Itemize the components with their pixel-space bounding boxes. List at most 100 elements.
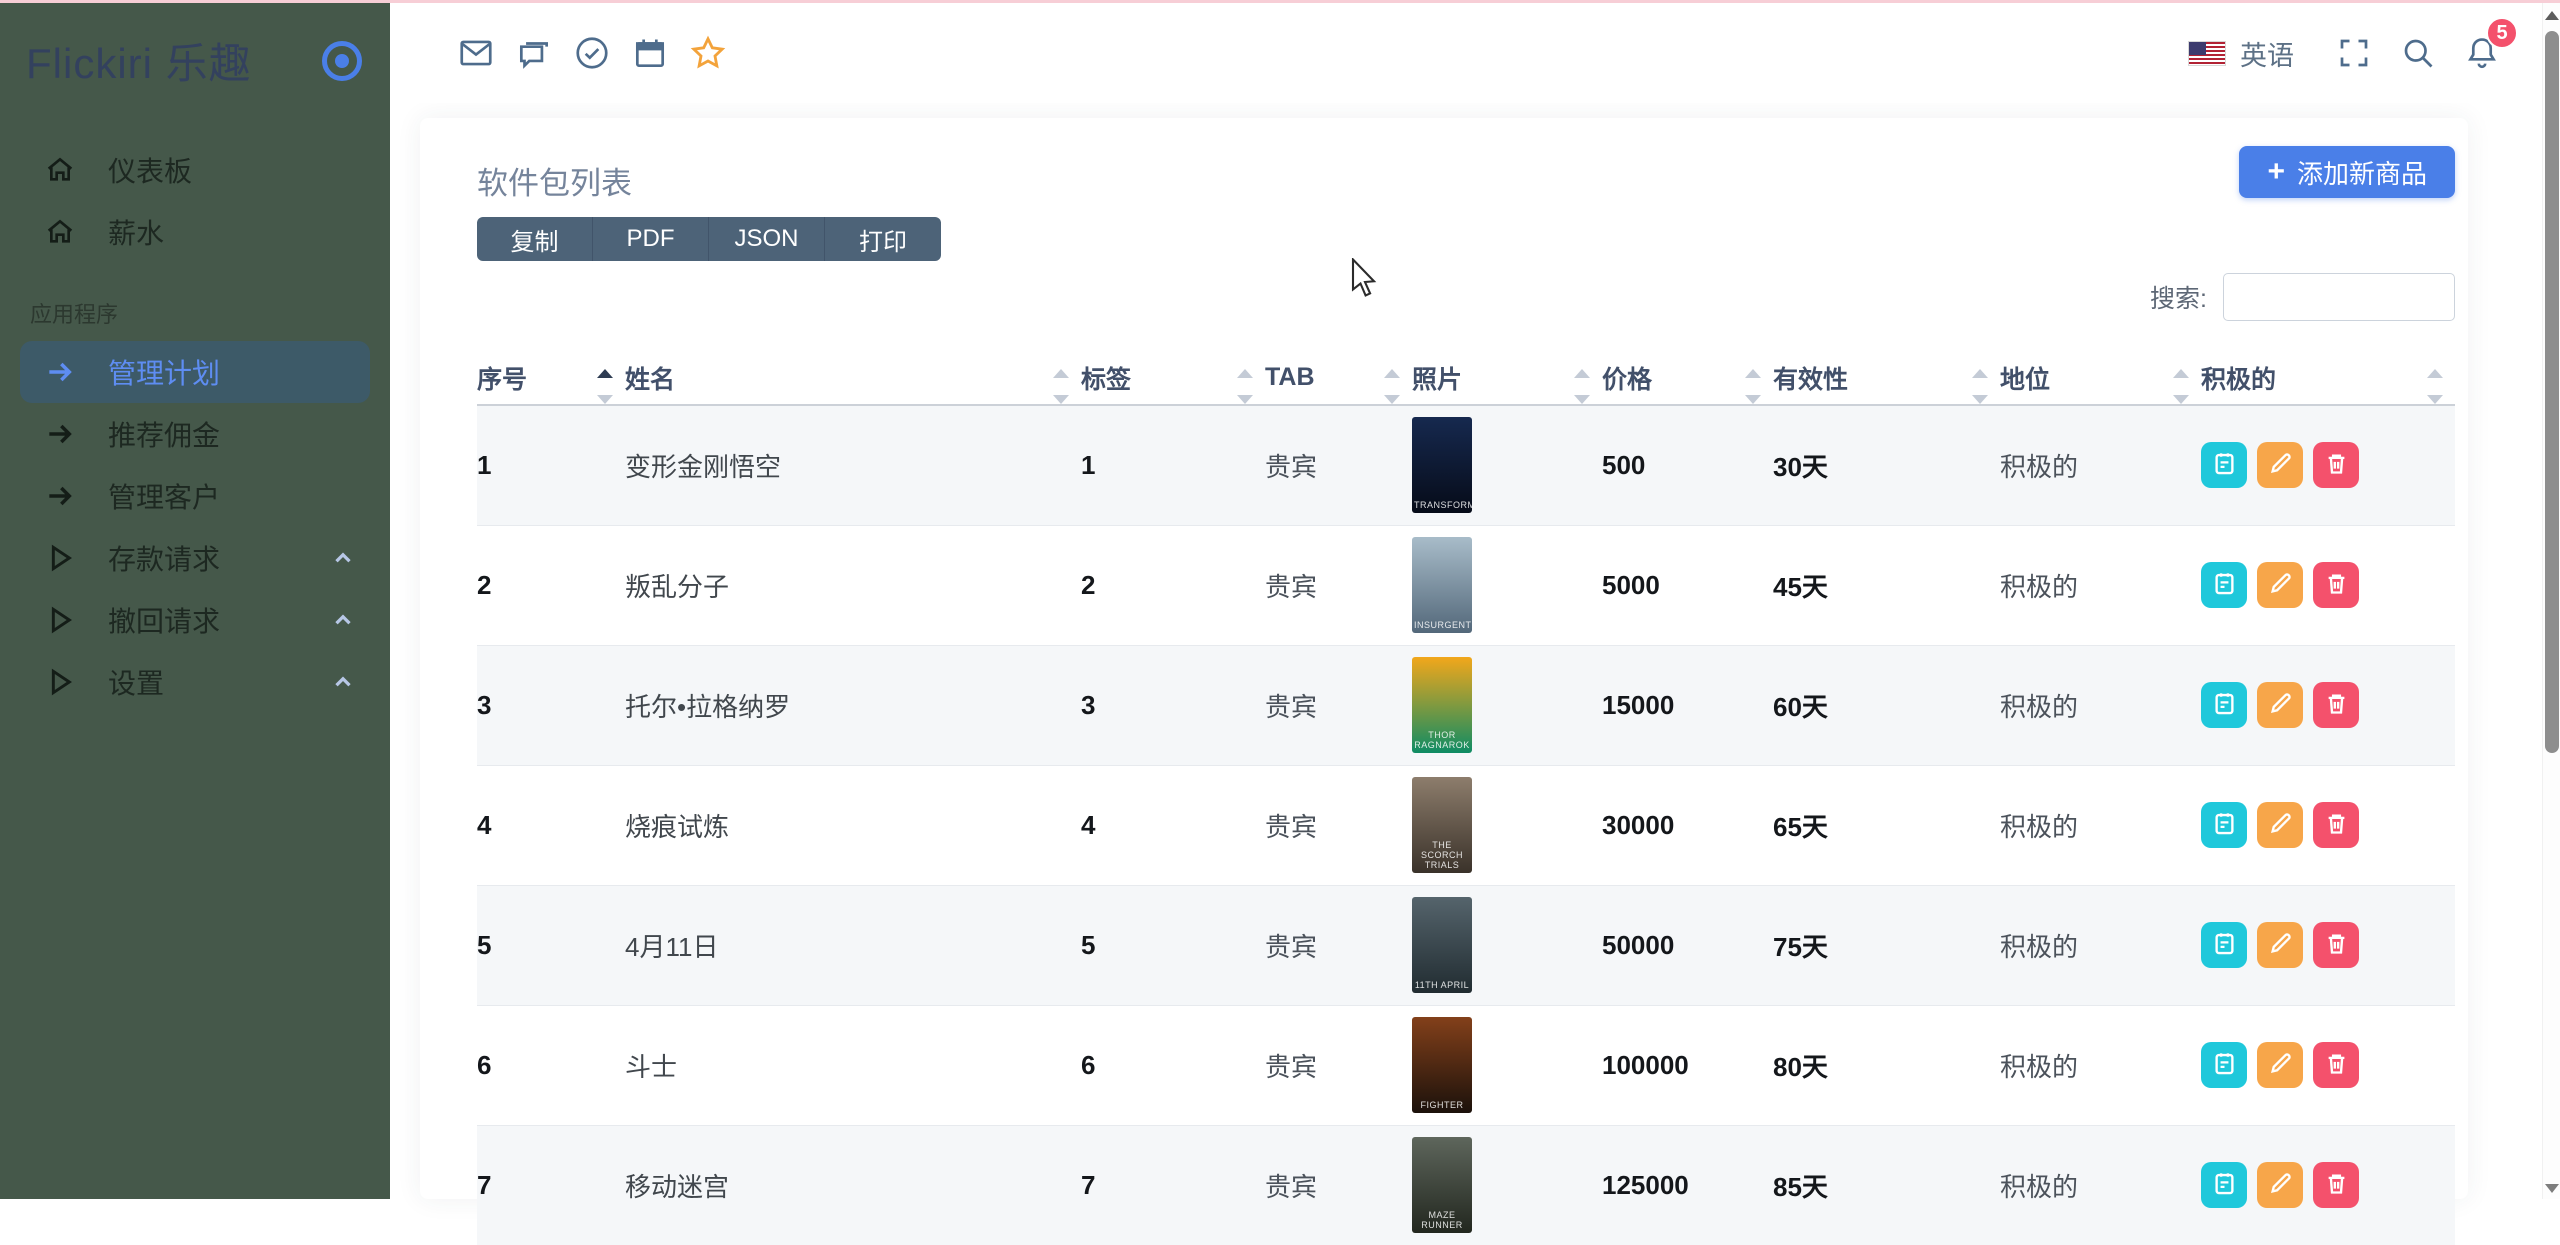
scroll-down-arrow[interactable] [2545,1184,2559,1193]
cell-photo: 11TH APRIL [1412,885,1602,1005]
column-header-姓名[interactable]: 姓名 [625,351,1081,405]
cell-actions [2201,1125,2455,1245]
sidebar-item-仪表板[interactable]: 仪表板 [20,139,370,201]
column-header-序号[interactable]: 序号 [477,351,625,405]
row-delete-button[interactable] [2313,562,2359,608]
row-edit-button[interactable] [2257,1162,2303,1208]
table-row: 3托尔•拉格纳罗3贵宾THOR RAGNAROK1500060天积极的 [477,645,2455,765]
cell-tab: 贵宾 [1265,525,1412,645]
chevron-up-icon [330,607,356,633]
export-button-group: 复制PDFJSON打印 [477,217,941,261]
cell-status: 积极的 [2000,885,2201,1005]
export-json-button[interactable]: JSON [709,217,825,261]
sidebar-item-撤回请求[interactable]: 撤回请求 [20,589,370,651]
check-circle-icon[interactable] [572,33,612,73]
row-edit-button[interactable] [2257,442,2303,488]
us-flag-icon[interactable] [2188,41,2226,66]
pencil-icon [2267,570,2294,600]
row-delete-button[interactable] [2313,442,2359,488]
row-note-button[interactable] [2201,922,2247,968]
cell-validity: 65天 [1773,765,2000,885]
column-header-照片[interactable]: 照片 [1412,351,1602,405]
column-header-地位[interactable]: 地位 [2000,351,2201,405]
scrollbar-thumb[interactable] [2545,31,2559,753]
star-icon[interactable] [688,33,728,73]
row-delete-button[interactable] [2313,802,2359,848]
clipboard-icon [2211,810,2238,840]
sidebar-item-存款请求[interactable]: 存款请求 [20,527,370,589]
sidebar-item-推荐佣金[interactable]: 推荐佣金 [20,403,370,465]
sidebar-item-薪水[interactable]: 薪水 [20,201,370,263]
cell-price: 125000 [1602,1125,1773,1245]
play-icon [42,604,78,636]
row-edit-button[interactable] [2257,922,2303,968]
cell-tab: 贵宾 [1265,405,1412,525]
table-search-input[interactable] [2223,273,2455,321]
cell-photo: TRANSFORMERS [1412,405,1602,525]
row-note-button[interactable] [2201,1042,2247,1088]
row-delete-button[interactable] [2313,1162,2359,1208]
mail-icon[interactable] [456,33,496,73]
cell-serial: 5 [477,885,625,1005]
row-note-button[interactable] [2201,562,2247,608]
row-delete-button[interactable] [2313,922,2359,968]
export-复制-button[interactable]: 复制 [477,217,593,261]
sidebar: Flickiri 乐趣 仪表板薪水应用程序管理计划推荐佣金管理客户存款请求撤回请… [0,0,390,1199]
row-note-button[interactable] [2201,682,2247,728]
cell-status: 积极的 [2000,645,2201,765]
column-header-价格[interactable]: 价格 [1602,351,1773,405]
trash-icon [2323,570,2350,600]
chat-icon[interactable] [514,33,554,73]
cell-photo: THE SCORCH TRIALS [1412,765,1602,885]
column-header-积极的[interactable]: 积极的 [2201,351,2455,405]
export-pdf-button[interactable]: PDF [593,217,709,261]
scroll-up-arrow[interactable] [2545,11,2559,20]
page-scrollbar[interactable] [2542,3,2560,1199]
sidebar-item-管理客户[interactable]: 管理客户 [20,465,370,527]
trash-icon [2323,1050,2350,1080]
cell-price: 30000 [1602,765,1773,885]
row-note-button[interactable] [2201,442,2247,488]
sort-asc-icon [1972,369,1988,378]
sidebar-item-管理计划[interactable]: 管理计划 [20,341,370,403]
trash-icon [2323,930,2350,960]
sidebar-toggle-icon[interactable] [322,41,362,81]
column-header-TAB[interactable]: TAB [1265,351,1412,405]
cell-serial: 6 [477,1005,625,1125]
clipboard-icon [2211,690,2238,720]
packages-table: 序号姓名标签TAB照片价格有效性地位积极的 1变形金刚悟空1贵宾TRANSFOR… [477,351,2455,1245]
plus-icon: + [2267,157,2285,187]
cell-actions [2201,525,2455,645]
row-delete-button[interactable] [2313,1042,2359,1088]
row-edit-button[interactable] [2257,682,2303,728]
export-打印-button[interactable]: 打印 [825,217,941,261]
column-header-有效性[interactable]: 有效性 [1773,351,2000,405]
chevron-up-icon [330,545,356,571]
cell-price: 50000 [1602,885,1773,1005]
home-icon [42,154,78,186]
table-row: 54月11日5贵宾11TH APRIL5000075天积极的 [477,885,2455,1005]
play-icon [42,542,78,574]
cell-tag: 1 [1081,405,1265,525]
add-new-item-button[interactable]: + 添加新商品 [2239,146,2455,198]
row-edit-button[interactable] [2257,802,2303,848]
row-delete-button[interactable] [2313,682,2359,728]
row-note-button[interactable] [2201,802,2247,848]
row-edit-button[interactable] [2257,562,2303,608]
sidebar-item-label: 管理客户 [108,476,220,516]
cell-tag: 6 [1081,1005,1265,1125]
notifications-bell-icon[interactable]: 5 [2462,33,2502,73]
row-note-button[interactable] [2201,1162,2247,1208]
pencil-icon [2267,1050,2294,1080]
sidebar-item-label: 推荐佣金 [108,414,220,454]
cell-name: 4月11日 [625,885,1081,1005]
row-edit-button[interactable] [2257,1042,2303,1088]
column-header-标签[interactable]: 标签 [1081,351,1265,405]
fullscreen-icon[interactable] [2334,33,2374,73]
calendar-icon[interactable] [630,33,670,73]
sidebar-item-label: 管理计划 [108,352,220,392]
search-icon[interactable] [2398,33,2438,73]
sidebar-item-设置[interactable]: 设置 [20,651,370,713]
cell-tab: 贵宾 [1265,765,1412,885]
language-label[interactable]: 英语 [2240,34,2294,73]
